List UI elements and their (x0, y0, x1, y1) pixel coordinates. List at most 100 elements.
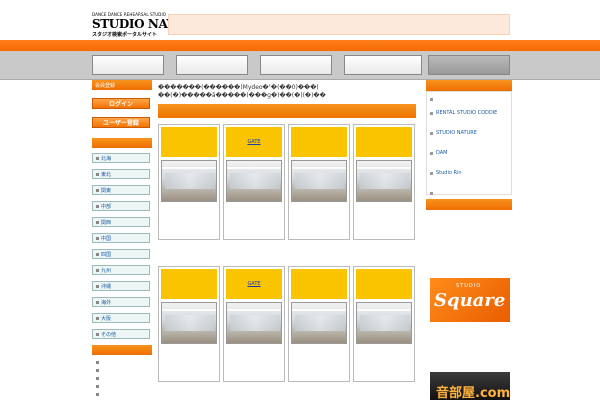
nav-item-search[interactable] (176, 55, 248, 75)
area-item[interactable]: その他 (92, 329, 150, 339)
bullet-icon (96, 172, 99, 176)
logo-sub-text: スタジオ検索ポータルサイト (92, 32, 158, 38)
nav-item-contact[interactable] (428, 55, 510, 75)
bullet-icon (96, 284, 99, 288)
login-button[interactable]: ログイン (92, 98, 150, 109)
bullet-icon (96, 300, 99, 304)
area-item[interactable]: 北海 (92, 153, 150, 163)
bullet-icon (96, 393, 99, 396)
recommended-studio-link[interactable]: STUDIO NATURE (430, 130, 508, 136)
studio-card-photo[interactable] (161, 302, 217, 344)
area-item[interactable]: 四国 (92, 249, 150, 259)
pickup-studio-heading (426, 199, 512, 210)
area-item[interactable]: 関西 (92, 217, 150, 227)
right-sidebar: RENTAL STUDIO CODDIE STUDIO NATURE DAM S… (426, 80, 512, 210)
recommended-studios-heading (426, 80, 512, 91)
studio-card-photo[interactable] (291, 302, 347, 344)
studio-square-banner[interactable]: STUDIO Square (430, 278, 510, 322)
studio-card-photo[interactable] (291, 160, 347, 202)
studio-card-description (356, 347, 413, 381)
main-intro-line-1: �������(������)Mydeo�ˁ�(��0)���( (158, 84, 319, 91)
bullet-icon (96, 156, 99, 160)
recommended-studio-link[interactable]: DAM (430, 150, 508, 156)
featured-section-heading (158, 104, 416, 118)
bullet-icon (96, 369, 99, 372)
otobeya-banner[interactable]: 音部屋.com (430, 372, 510, 400)
area-item[interactable]: 中部 (92, 201, 150, 211)
bullet-icon (96, 377, 99, 380)
studio-card-description (291, 347, 348, 381)
member-section-heading: 会員登録 (92, 80, 152, 90)
price-item[interactable] (96, 391, 152, 399)
studio-card-title[interactable] (161, 269, 217, 299)
studio-card-title[interactable] (291, 269, 347, 299)
area-item-label: 海外 (101, 299, 112, 306)
studio-card-title[interactable] (291, 127, 347, 157)
price-item[interactable] (96, 375, 152, 383)
area-item-label: その他 (101, 331, 117, 338)
nav-item-studio-register[interactable] (260, 55, 332, 75)
area-item[interactable]: 関東 (92, 185, 150, 195)
bullet-icon (96, 236, 99, 240)
area-item[interactable]: 大阪 (92, 313, 150, 323)
area-item-label: 東北 (101, 171, 112, 178)
studio-card-title[interactable] (356, 269, 412, 299)
area-item[interactable]: 九州 (92, 265, 150, 275)
studio-card[interactable] (353, 266, 415, 382)
area-item-label: 四国 (101, 251, 112, 258)
price-section-heading (92, 345, 152, 355)
recommended-studio-link[interactable]: Studio Rin (430, 170, 508, 176)
studio-card-photo[interactable] (356, 302, 412, 344)
area-item[interactable]: 海外 (92, 297, 150, 307)
main-intro-line-2: ��(�)�����ȁ�����(���ɡ�)��(�)(�)�� (158, 92, 326, 99)
area-item-label: 九州 (101, 267, 112, 274)
studio-square-top: STUDIO (456, 283, 482, 289)
studio-card-title[interactable]: GATE (226, 127, 282, 157)
area-section-heading (92, 138, 152, 148)
area-item[interactable]: 沖縄 (92, 281, 150, 291)
header-orange-band (0, 40, 600, 51)
studio-card[interactable] (353, 124, 415, 240)
studio-card[interactable] (288, 124, 350, 240)
studio-card-title[interactable]: GATE (226, 269, 282, 299)
user-register-button[interactable]: ユーザー登録 (92, 117, 150, 128)
bullet-icon (96, 361, 99, 364)
studio-card-title[interactable] (356, 127, 412, 157)
main-intro-text: �������(������)Mydeo�ˁ�(��0)���( ��(�)��… (158, 84, 418, 100)
studio-card[interactable] (158, 266, 220, 382)
studio-card-photo[interactable] (226, 160, 282, 202)
price-item[interactable] (96, 367, 152, 375)
area-item-label: 関東 (101, 187, 112, 194)
studio-card[interactable]: GATE (223, 266, 285, 382)
bullet-icon (96, 204, 99, 208)
studio-square-name: Square (434, 290, 506, 311)
area-item[interactable]: 中国 (92, 233, 150, 243)
nav-item-guide[interactable] (344, 55, 422, 75)
studio-card-description (291, 205, 348, 239)
price-list (92, 359, 152, 399)
nav-item-home[interactable] (92, 55, 164, 75)
studio-card-photo[interactable] (161, 160, 217, 202)
studio-card[interactable]: GATE (223, 124, 285, 240)
studio-card-title[interactable] (161, 127, 217, 157)
header-banner-area (168, 14, 510, 35)
area-item-label: 中国 (101, 235, 112, 242)
studio-card[interactable] (158, 124, 220, 240)
area-item-label: 関西 (101, 219, 112, 226)
price-item[interactable] (96, 383, 152, 391)
studio-card-description (356, 205, 413, 239)
studio-card-photo[interactable] (356, 160, 412, 202)
bullet-icon (96, 252, 99, 256)
otobeya-banner-big: 音部屋.com (436, 386, 510, 400)
area-item[interactable]: 東北 (92, 169, 150, 179)
studio-card[interactable] (288, 266, 350, 382)
studio-card-photo[interactable] (226, 302, 282, 344)
site-logo[interactable]: DANCE DANCE REHEARSAL STUDIO STUDIO NAVI… (92, 12, 181, 38)
studio-card-description (161, 205, 218, 239)
recommended-studio-link[interactable]: RENTAL STUDIO CODDIE (430, 110, 508, 116)
price-item[interactable] (96, 359, 152, 367)
studio-card-description (226, 347, 283, 381)
area-item-label: 中部 (101, 203, 112, 210)
bullet-icon (96, 220, 99, 224)
bullet-icon (96, 188, 99, 192)
